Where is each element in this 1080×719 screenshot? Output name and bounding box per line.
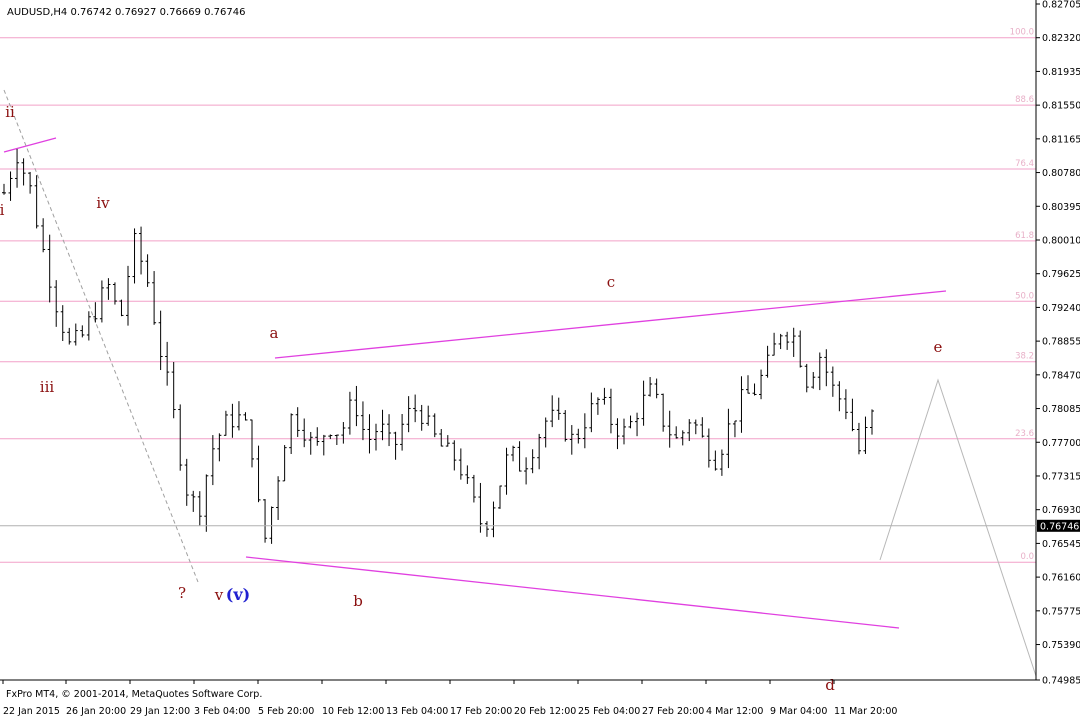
wave-label: v xyxy=(214,586,224,604)
wave-label: c xyxy=(607,273,615,291)
wave-label: ii xyxy=(5,103,15,121)
price-tick-label: 0.77700 xyxy=(1042,438,1080,449)
chart-header: AUDUSD,H4 0.76742 0.76927 0.76669 0.7674… xyxy=(7,7,245,18)
price-tick-label: 0.79625 xyxy=(1042,269,1080,280)
price-tick-label: 0.81165 xyxy=(1042,134,1080,145)
time-tick-label: 26 Jan 20:00 xyxy=(66,706,126,717)
wave-label: e xyxy=(934,338,943,356)
price-tick-label: 0.80395 xyxy=(1042,202,1080,213)
price-tick-label: 0.78085 xyxy=(1042,404,1080,415)
price-tick-label: 0.77315 xyxy=(1042,471,1080,482)
time-tick-label: 11 Mar 20:00 xyxy=(834,706,897,717)
price-tick-label: 0.76160 xyxy=(1042,573,1080,584)
time-tick-label: 4 Mar 12:00 xyxy=(706,706,763,717)
wave-label: i xyxy=(0,201,5,219)
fib-level-label: 61.8 xyxy=(1015,231,1034,241)
current-price-label: 0.76746 xyxy=(1040,521,1079,532)
fib-level-label: 38.2 xyxy=(1015,352,1034,362)
fib-level-label: 50.0 xyxy=(1015,291,1034,301)
time-tick-label: 13 Feb 04:00 xyxy=(386,706,448,717)
chart-close: 0.76746 xyxy=(204,7,245,18)
time-tick-label: 29 Jan 12:00 xyxy=(130,706,190,717)
price-tick-label: 0.79240 xyxy=(1042,303,1080,314)
price-tick-label: 0.82320 xyxy=(1042,33,1080,44)
chart-low: 0.76669 xyxy=(160,7,201,18)
copyright-text: FxPro MT4, © 2001-2014, MetaQuotes Softw… xyxy=(6,689,262,700)
price-tick-label: 0.80010 xyxy=(1042,235,1080,246)
price-tick-label: 0.78470 xyxy=(1042,370,1080,381)
time-tick-label: 9 Mar 04:00 xyxy=(770,706,827,717)
chart-background xyxy=(0,0,1080,719)
fib-level-label: 23.6 xyxy=(1015,429,1034,439)
price-tick-label: 0.76545 xyxy=(1042,539,1080,550)
fib-level-label: 76.4 xyxy=(1015,159,1034,169)
time-tick-label: 10 Feb 12:00 xyxy=(322,706,384,717)
chart-open: 0.76742 xyxy=(70,7,111,18)
fib-level-label: 100.0 xyxy=(1010,28,1034,38)
time-tick-label: 22 Jan 2015 xyxy=(3,706,60,717)
wave-label: iv xyxy=(96,194,110,212)
wave-label: iii xyxy=(40,378,55,396)
price-tick-label: 0.78855 xyxy=(1042,337,1080,348)
wave-label: a xyxy=(270,324,279,342)
price-tick-label: 0.82705 xyxy=(1042,0,1080,11)
price-chart[interactable]: 100.088.676.461.850.038.223.60.0 iiiiiii… xyxy=(0,0,1080,719)
time-tick-label: 3 Feb 04:00 xyxy=(194,706,250,717)
price-tick-label: 0.76930 xyxy=(1042,505,1080,516)
price-tick-label: 0.81935 xyxy=(1042,67,1080,78)
price-tick-label: 0.75775 xyxy=(1042,606,1080,617)
time-tick-label: 25 Feb 04:00 xyxy=(578,706,640,717)
price-tick-label: 0.75390 xyxy=(1042,640,1080,651)
price-tick-label: 0.81550 xyxy=(1042,101,1080,112)
price-tick-label: 0.80780 xyxy=(1042,168,1080,179)
wave-label: (v) xyxy=(226,585,250,604)
time-tick-label: 17 Feb 20:00 xyxy=(450,706,512,717)
time-tick-label: 27 Feb 20:00 xyxy=(642,706,704,717)
price-tick-label: 0.74985 xyxy=(1042,676,1080,687)
fib-level-label: 88.6 xyxy=(1015,95,1034,105)
wave-label: d xyxy=(825,676,835,694)
time-tick-label: 20 Feb 12:00 xyxy=(514,706,576,717)
chart-symbol: AUDUSD,H4 xyxy=(7,7,67,18)
wave-label: b xyxy=(353,592,363,610)
wave-label: ? xyxy=(178,584,186,602)
fib-level-label: 0.0 xyxy=(1020,552,1034,562)
chart-high: 0.76927 xyxy=(115,7,156,18)
time-tick-label: 5 Feb 20:00 xyxy=(258,706,314,717)
